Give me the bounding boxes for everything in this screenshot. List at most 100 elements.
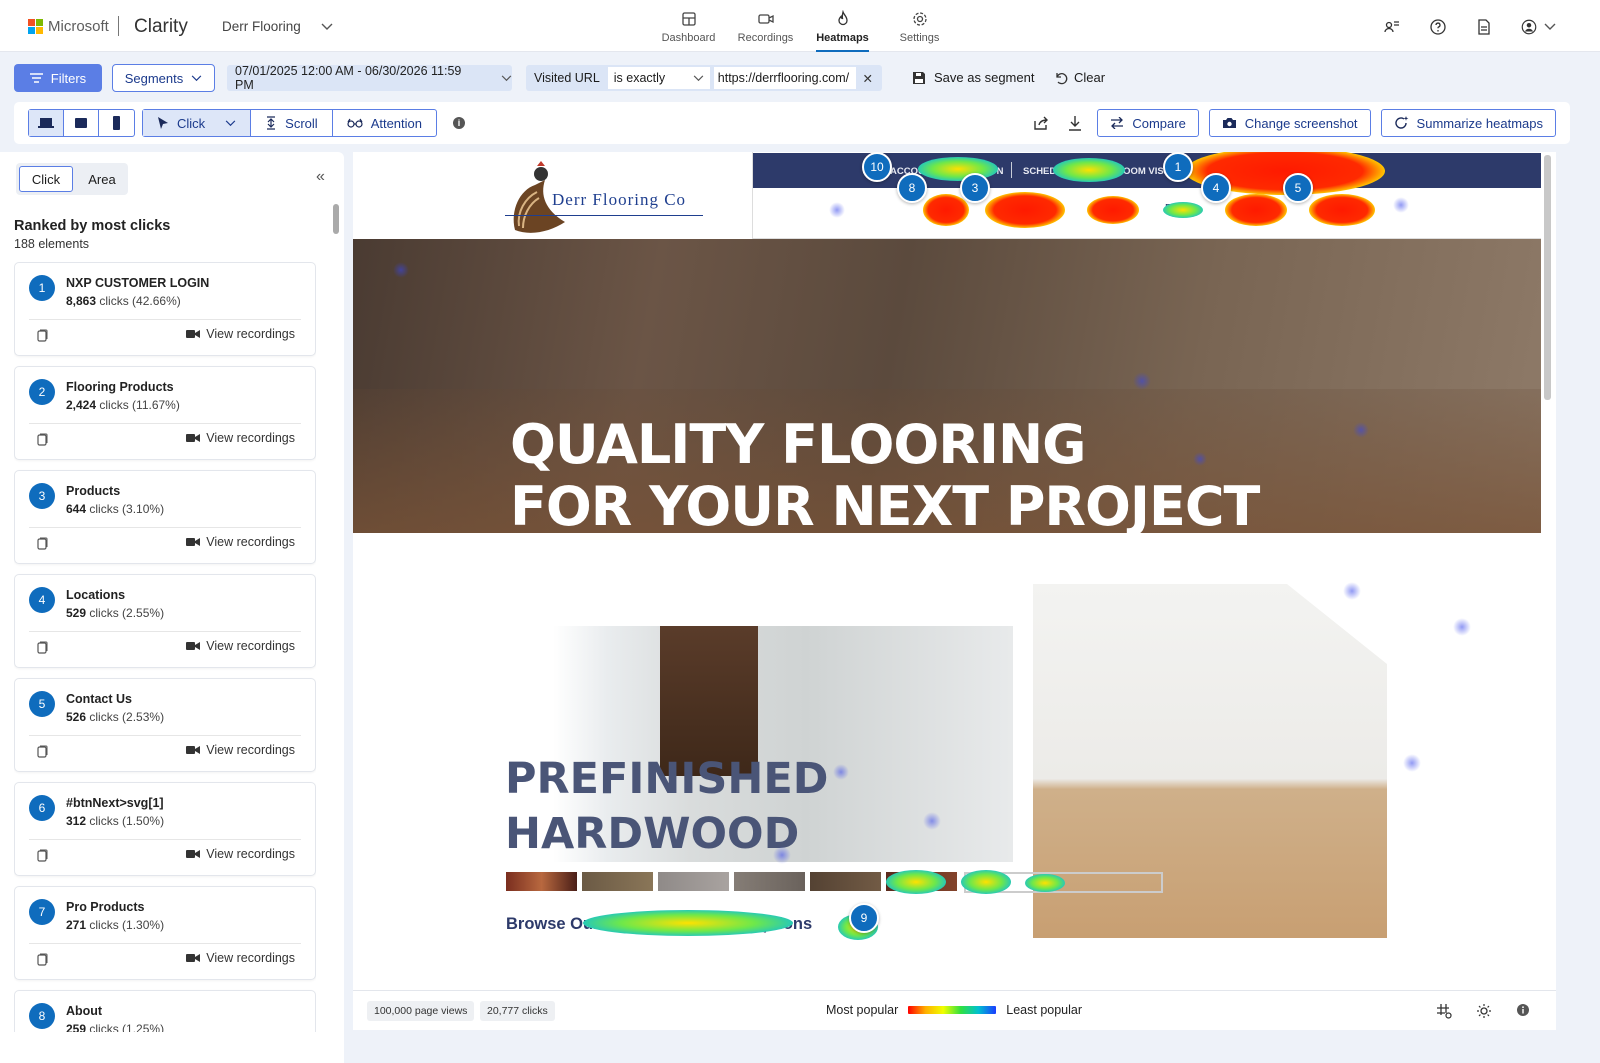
rank-badge: 4 xyxy=(29,587,55,613)
change-screenshot-button[interactable]: Change screenshot xyxy=(1208,109,1371,137)
info-icon[interactable]: i xyxy=(453,117,465,129)
click-mode-label: Click xyxy=(177,115,206,131)
copy-icon[interactable] xyxy=(37,953,48,966)
collapse-panel-icon[interactable]: « xyxy=(316,168,325,186)
element-name: NXP CUSTOMER LOGIN xyxy=(66,276,210,290)
product-name[interactable]: Clarity xyxy=(134,16,188,38)
rank-pin[interactable]: 1 xyxy=(1163,152,1193,182)
swatch[interactable] xyxy=(810,872,881,891)
rank-pin[interactable]: 4 xyxy=(1201,173,1231,203)
url-operator-select[interactable]: is exactly xyxy=(607,67,710,89)
swatch[interactable] xyxy=(582,872,653,891)
browse-link[interactable]: Browse Our Range of Flooring Options xyxy=(506,915,812,934)
link-divider xyxy=(1011,162,1012,178)
click-count: 526 xyxy=(66,710,87,724)
list-item[interactable]: 1 NXP CUSTOMER LOGIN 8,863 clicks (42.66… xyxy=(14,262,316,356)
element-count: 188 elements xyxy=(14,237,90,251)
list-item[interactable]: 6 #btnNext>svg[1] 312 clicks (1.50%) Vie… xyxy=(14,782,316,876)
site-menu-item[interactable]: S xyxy=(1089,203,1096,214)
compare-button[interactable]: Compare xyxy=(1097,109,1199,137)
tablet-device-button[interactable] xyxy=(64,110,99,136)
camera-icon xyxy=(1222,118,1236,128)
list-item[interactable]: 7 Pro Products 271 clicks (1.30%) View r… xyxy=(14,886,316,980)
nav-settings[interactable]: Settings xyxy=(881,8,958,52)
view-recordings-link[interactable]: View recordings xyxy=(186,327,295,341)
site-menu-events[interactable]: Events xyxy=(1165,203,1196,214)
click-percent: clicks (2.53%) xyxy=(89,710,165,724)
help-icon[interactable] xyxy=(1428,17,1448,37)
date-range-picker[interactable]: 07/01/2025 12:00 AM - 06/30/2026 11:59 P… xyxy=(227,64,512,92)
filters-button[interactable]: Filters xyxy=(14,64,102,92)
card-divider xyxy=(29,527,301,528)
view-recordings-link[interactable]: View recordings xyxy=(186,951,295,965)
copy-icon[interactable] xyxy=(37,641,48,654)
filter-bar: Filters Segments 07/01/2025 12:00 AM - 0… xyxy=(0,52,1600,100)
share-icon[interactable] xyxy=(1029,116,1053,130)
mobile-device-button[interactable] xyxy=(99,110,134,136)
clear-button[interactable]: Clear xyxy=(1054,70,1105,85)
save-segment-button[interactable]: Save as segment xyxy=(912,70,1034,85)
chevron-down-icon xyxy=(501,74,512,81)
view-recordings-link[interactable]: View recordings xyxy=(186,639,295,653)
nav-heatmaps[interactable]: Heatmaps xyxy=(804,8,881,52)
list-item[interactable]: 4 Locations 529 clicks (2.55%) View reco… xyxy=(14,574,316,668)
summarize-heatmaps-button[interactable]: Summarize heatmaps xyxy=(1380,109,1556,137)
tab-click[interactable]: Click xyxy=(19,166,73,192)
swatch[interactable] xyxy=(734,872,805,891)
rank-pin[interactable]: 3 xyxy=(960,173,990,203)
card-divider xyxy=(29,631,301,632)
brightness-icon[interactable] xyxy=(1476,1003,1492,1019)
schedule-visit-link[interactable]: SCHEDULE A SHOWROOM VISIT xyxy=(1023,166,1172,177)
desktop-device-button[interactable] xyxy=(29,110,64,136)
download-icon[interactable] xyxy=(1063,115,1087,131)
card-divider xyxy=(29,839,301,840)
heatmap-canvas[interactable]: Derr Flooring Co ACCOUNT APPLICATION SCH… xyxy=(353,152,1556,990)
copy-icon[interactable] xyxy=(37,849,48,862)
swatch[interactable] xyxy=(506,872,577,891)
project-selector[interactable]: Derr Flooring xyxy=(222,19,333,34)
info-icon[interactable] xyxy=(1516,1003,1532,1019)
swatch[interactable] xyxy=(886,872,957,891)
popularity-legend: Most popular Least popular xyxy=(826,1003,1082,1017)
view-recordings-link[interactable]: View recordings xyxy=(186,847,295,861)
copy-icon[interactable] xyxy=(37,433,48,446)
nav-dashboard[interactable]: Dashboard xyxy=(650,8,727,52)
desktop-icon xyxy=(38,118,54,128)
site-header: Derr Flooring Co ACCOUNT APPLICATION SCH… xyxy=(353,152,1541,239)
panel-scrollbar[interactable] xyxy=(333,204,339,234)
rank-pin[interactable]: 5 xyxy=(1283,173,1313,203)
segments-dropdown[interactable]: Segments xyxy=(112,64,215,92)
copy-icon[interactable] xyxy=(37,745,48,758)
list-item[interactable]: 2 Flooring Products 2,424 clicks (11.67%… xyxy=(14,366,316,460)
document-icon[interactable] xyxy=(1474,17,1494,37)
rank-pin[interactable]: 9 xyxy=(849,903,879,933)
tab-area[interactable]: Area xyxy=(76,163,128,195)
rank-pin[interactable]: 8 xyxy=(897,173,927,203)
scroll-mode-button[interactable]: Scroll xyxy=(251,110,333,136)
copy-icon[interactable] xyxy=(37,329,48,342)
list-item[interactable]: 5 Contact Us 526 clicks (2.53%) View rec… xyxy=(14,678,316,772)
swatch[interactable] xyxy=(658,872,729,891)
list-item[interactable]: 3 Products 644 clicks (3.10%) View recor… xyxy=(14,470,316,564)
rank-pin[interactable]: 10 xyxy=(862,152,892,182)
canvas-scrollbar[interactable] xyxy=(1544,155,1551,400)
remove-filter-icon[interactable]: ✕ xyxy=(856,71,880,86)
url-value-input[interactable]: https://derrflooring.com/ xyxy=(713,67,856,89)
view-recordings-link[interactable]: View recordings xyxy=(186,743,295,757)
copy-icon[interactable] xyxy=(37,537,48,550)
card-divider xyxy=(29,319,301,320)
avatar-icon xyxy=(1521,19,1537,35)
list-item[interactable]: 8 About 259 clicks (1.25%) xyxy=(14,990,316,1032)
rank-badge: 2 xyxy=(29,379,55,405)
save-segment-label: Save as segment xyxy=(934,70,1035,85)
element-name: Locations xyxy=(66,588,126,602)
share-users-icon[interactable] xyxy=(1382,17,1402,37)
view-recordings-link[interactable]: View recordings xyxy=(186,535,295,549)
hash-settings-icon[interactable] xyxy=(1436,1003,1452,1019)
view-recordings-link[interactable]: View recordings xyxy=(186,431,295,445)
click-mode-button[interactable]: Click xyxy=(143,110,252,136)
attention-mode-button[interactable]: Attention xyxy=(333,110,436,136)
nav-recordings[interactable]: Recordings xyxy=(727,8,804,52)
undo-icon xyxy=(1056,72,1068,84)
account-menu[interactable] xyxy=(1520,17,1560,37)
